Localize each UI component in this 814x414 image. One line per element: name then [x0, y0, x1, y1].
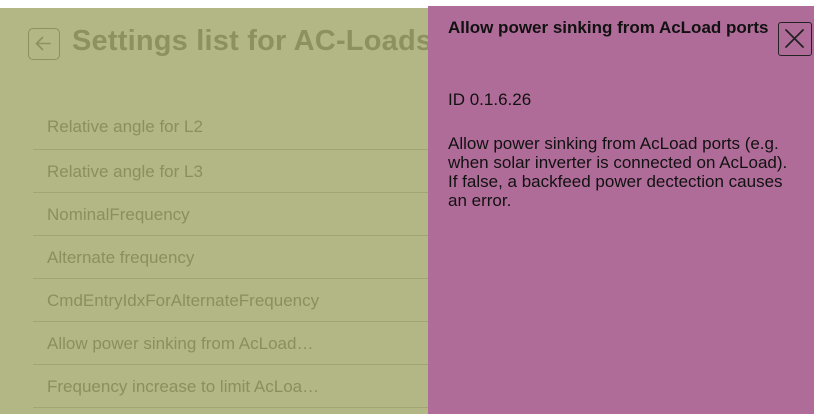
list-item-cmd-entry-idx[interactable]: CmdEntryIdxForAlternateFrequency	[33, 279, 453, 322]
close-button[interactable]	[778, 22, 812, 56]
help-panel: Allow power sinking from AcLoad ports ID…	[428, 6, 814, 414]
page-title: Settings list for AC-Loads	[72, 25, 433, 57]
list-item-alternate-frequency[interactable]: Alternate frequency	[33, 236, 453, 279]
help-id: ID 0.1.6.26	[448, 90, 532, 109]
settings-list: Relative angle for L2 Relative angle for…	[33, 104, 453, 408]
help-description: Allow power sinking from AcLoad ports (e…	[448, 134, 788, 210]
screen: Settings list for AC-Loads Relative angl…	[0, 0, 814, 414]
help-title: Allow power sinking from AcLoad ports	[448, 18, 769, 37]
arrow-left-icon	[35, 36, 51, 51]
list-item-allow-power-sinking[interactable]: Allow power sinking from AcLoad…	[33, 322, 453, 365]
close-x-icon	[785, 29, 804, 48]
list-item-frequency-increase[interactable]: Frequency increase to limit AcLoa…	[33, 365, 453, 408]
list-item-relative-angle-l3[interactable]: Relative angle for L3	[33, 150, 453, 193]
back-button[interactable]	[28, 28, 60, 60]
list-item-relative-angle-l2[interactable]: Relative angle for L2	[33, 104, 453, 150]
list-item-nominal-frequency[interactable]: NominalFrequency	[33, 193, 453, 236]
